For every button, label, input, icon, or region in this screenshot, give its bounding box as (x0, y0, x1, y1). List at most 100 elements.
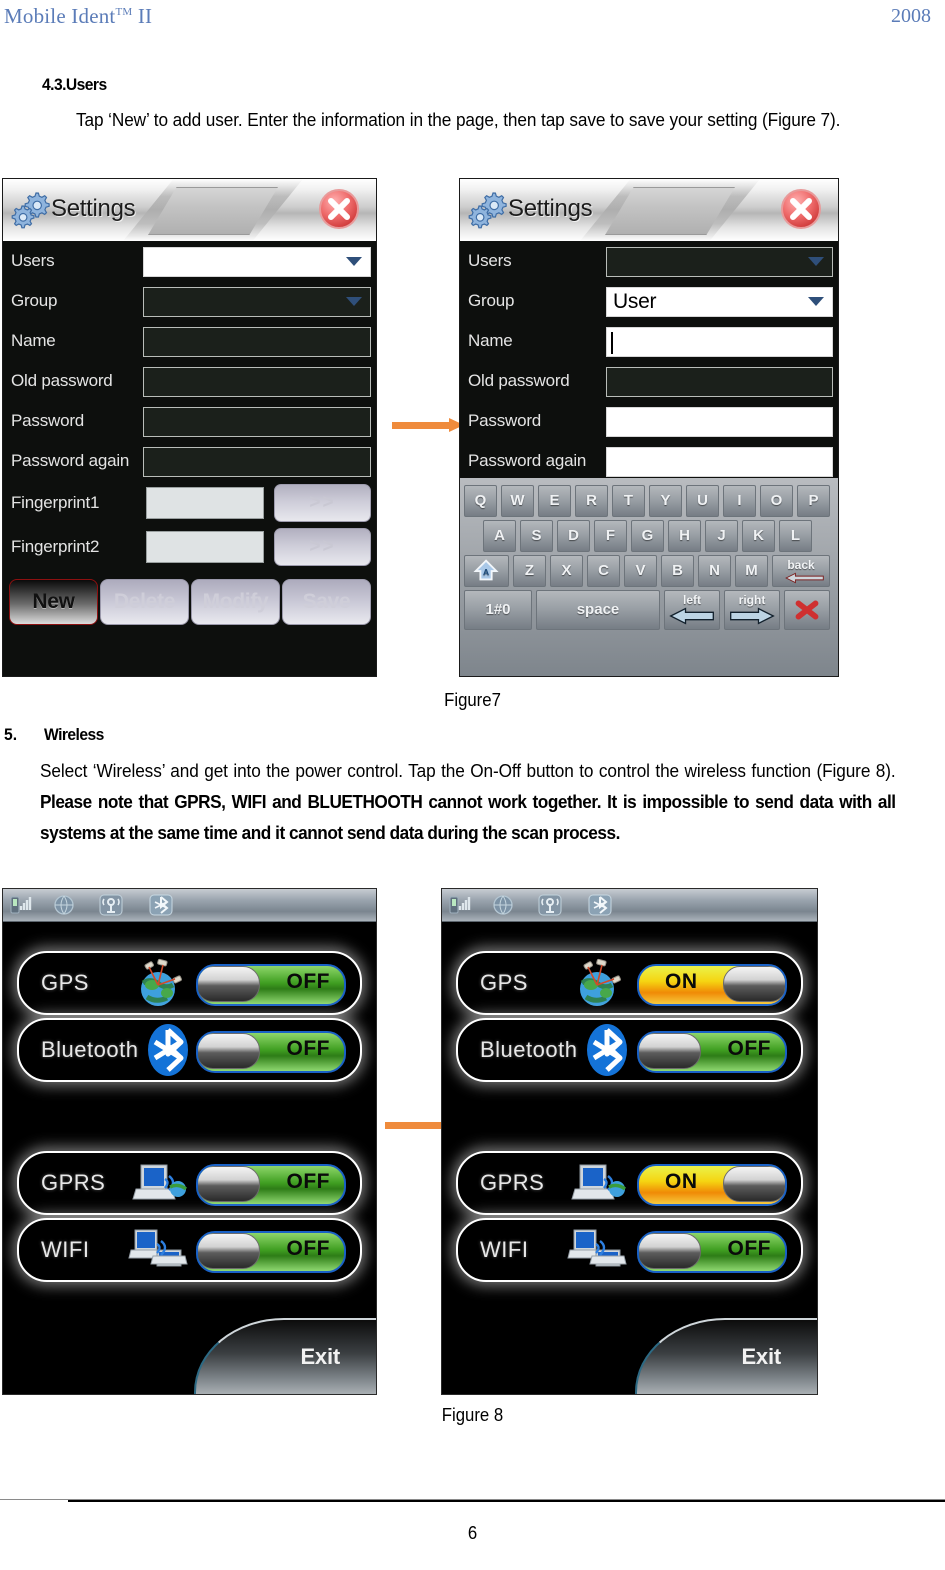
wireless-row-gprs[interactable]: GPRS OFF (17, 1151, 362, 1215)
settings-dialog-left[interactable]: Settings Users Group Name Old password P… (2, 178, 377, 677)
onscreen-keyboard[interactable]: Q W E R T Y U I O P A S D F G H J K L A … (460, 478, 838, 676)
key-x[interactable]: X (550, 555, 583, 587)
fingerprint2-browse-button[interactable]: >> (274, 528, 371, 566)
modify-button[interactable]: Modify (191, 579, 280, 625)
field-row-old-password: Old password (3, 365, 376, 399)
password-again-input[interactable] (143, 447, 371, 477)
old-password-input[interactable] (143, 367, 371, 397)
password-input[interactable] (143, 407, 371, 437)
exit-button[interactable]: Exit (194, 1318, 376, 1394)
old-password-input[interactable] (606, 367, 833, 397)
wireless-row-wifi[interactable]: WIFI OFF (456, 1218, 803, 1282)
bluetooth-toggle[interactable]: OFF (637, 1031, 787, 1073)
row-label: GPS (41, 970, 89, 995)
gprs-toggle[interactable]: ON (637, 1164, 787, 1206)
shift-icon[interactable]: A (464, 555, 509, 587)
wireless-group-a: GPS OFF Bluetooth OFF (17, 951, 362, 1085)
wifi-toggle[interactable]: OFF (196, 1231, 346, 1273)
numeric-mode-key[interactable]: 1#0 (464, 590, 532, 630)
arrow-right-icon (730, 607, 775, 625)
wireless-row-bluetooth[interactable]: Bluetooth OFF (17, 1018, 362, 1082)
key-u[interactable]: U (686, 485, 719, 517)
gprs-toggle[interactable]: OFF (196, 1164, 346, 1206)
gps-globe-icon (566, 955, 628, 1011)
key-p[interactable]: P (797, 485, 830, 517)
wireless-row-gprs[interactable]: GPRS ON (456, 1151, 803, 1215)
cursor-right-key[interactable]: right (724, 590, 780, 630)
users-dropdown[interactable] (606, 247, 833, 277)
key-w[interactable]: W (501, 485, 534, 517)
wireless-screen-left[interactable]: GPS OFF Bluetooth OFF GPRS OFF WIFI OFF … (2, 888, 377, 1395)
group-dropdown[interactable] (143, 287, 371, 317)
name-input[interactable] (143, 327, 371, 357)
group-dropdown[interactable]: User (606, 287, 833, 317)
field-value: User (613, 290, 657, 313)
fingerprint1-browse-button[interactable]: >> (274, 484, 371, 522)
exit-button[interactable]: Exit (635, 1318, 817, 1394)
save-button[interactable]: Save (282, 579, 371, 625)
fingerprint1-input[interactable] (146, 487, 264, 519)
delete-button[interactable]: Delete (100, 579, 189, 625)
paragraph-wireless-normal: Select ‘Wireless’ and get into the power… (40, 760, 896, 781)
document-title: Mobile IdentTM II (4, 4, 152, 29)
users-dropdown[interactable] (143, 247, 371, 277)
close-icon[interactable] (780, 188, 822, 230)
toggle-state: OFF (286, 1237, 330, 1260)
key-g[interactable]: G (631, 520, 664, 552)
bluetooth-toggle[interactable]: OFF (196, 1031, 346, 1073)
fingerprint2-input[interactable] (146, 531, 264, 563)
key-o[interactable]: O (760, 485, 793, 517)
key-r[interactable]: R (575, 485, 608, 517)
cursor-left-key[interactable]: left (664, 590, 720, 630)
field-row-password: Password (460, 405, 838, 439)
space-key[interactable]: space (536, 590, 660, 630)
dialog-titlebar: Settings (460, 179, 838, 241)
row-label: WIFI (480, 1237, 529, 1262)
key-i[interactable]: I (723, 485, 756, 517)
field-row-password: Password (3, 405, 376, 439)
key-c[interactable]: C (587, 555, 620, 587)
key-l[interactable]: L (779, 520, 812, 552)
gps-toggle[interactable]: OFF (196, 964, 346, 1006)
wifi-toggle[interactable]: OFF (637, 1231, 787, 1273)
key-m[interactable]: M (735, 555, 768, 587)
backspace-key[interactable]: back (772, 555, 830, 587)
close-icon[interactable] (318, 188, 360, 230)
wireless-row-gps[interactable]: GPS ON (456, 951, 803, 1015)
chevron-down-icon (346, 257, 362, 266)
key-k[interactable]: K (742, 520, 775, 552)
close-keyboard-icon[interactable] (784, 590, 830, 630)
dialog-title-text: Settings (51, 195, 136, 222)
key-n[interactable]: N (698, 555, 731, 587)
chevron-down-icon (346, 297, 362, 306)
radio-tower-icon (98, 893, 124, 917)
key-b[interactable]: B (661, 555, 694, 587)
wireless-screen-right[interactable]: GPS ON Bluetooth OFF GPRS ON WIFI OFF Ex… (441, 888, 818, 1395)
settings-dialog-right[interactable]: Settings Users Group User Name Old passw… (459, 178, 839, 677)
key-f[interactable]: F (594, 520, 627, 552)
password-input[interactable] (606, 407, 833, 437)
field-row-group: Group User (460, 285, 838, 319)
password-again-input[interactable] (606, 447, 833, 477)
name-input[interactable] (606, 327, 833, 357)
wireless-row-wifi[interactable]: WIFI OFF (17, 1218, 362, 1282)
key-d[interactable]: D (557, 520, 590, 552)
gears-icon (9, 187, 53, 231)
key-a[interactable]: A (483, 520, 516, 552)
field-row-password-again: Password again (460, 445, 838, 479)
key-z[interactable]: Z (513, 555, 546, 587)
key-j[interactable]: J (705, 520, 738, 552)
key-v[interactable]: V (624, 555, 657, 587)
wireless-row-gps[interactable]: GPS OFF (17, 951, 362, 1015)
key-t[interactable]: T (612, 485, 645, 517)
key-s[interactable]: S (520, 520, 553, 552)
field-label: Users (11, 251, 55, 270)
wireless-row-bluetooth[interactable]: Bluetooth OFF (456, 1018, 803, 1082)
new-button[interactable]: New (9, 579, 98, 625)
gps-toggle[interactable]: ON (637, 964, 787, 1006)
key-q[interactable]: Q (464, 485, 497, 517)
key-e[interactable]: E (538, 485, 571, 517)
field-label: Password (11, 411, 85, 430)
key-h[interactable]: H (668, 520, 701, 552)
key-y[interactable]: Y (649, 485, 682, 517)
